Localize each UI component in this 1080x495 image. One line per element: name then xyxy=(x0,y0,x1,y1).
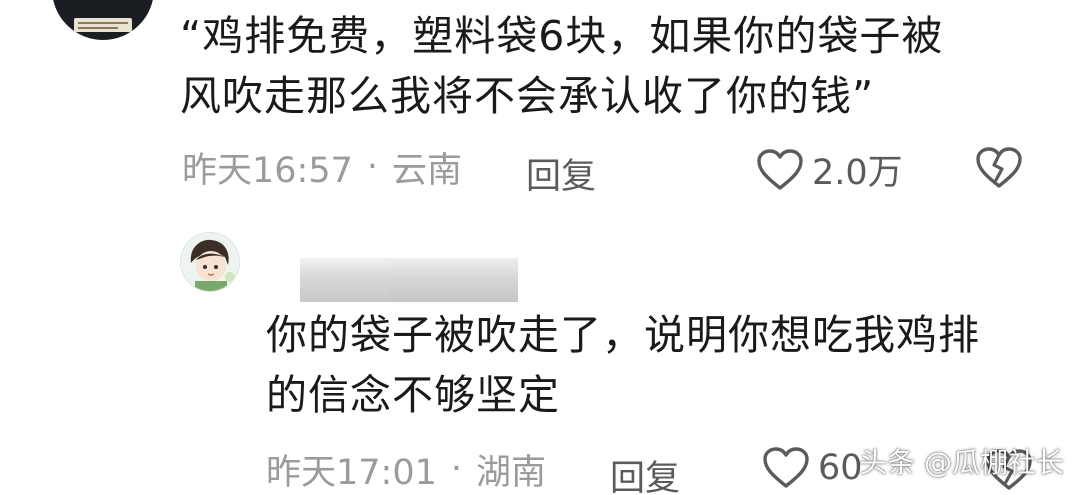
comment-reply-button[interactable]: 回复 xyxy=(526,148,596,199)
comment-text-line-2: 风吹走那么我将不会承认收了你的钱” xyxy=(180,72,875,120)
reply-location: 湖南 xyxy=(476,452,547,493)
replier-name-blurred xyxy=(390,258,518,302)
broken-heart-icon[interactable] xyxy=(974,146,1024,190)
meta-separator: · xyxy=(450,449,463,489)
comment-like-count: 2.0万 xyxy=(812,153,903,193)
comment-like-button[interactable]: 2.0万 xyxy=(756,144,903,195)
reply-meta: 昨天17:01 · 湖南 xyxy=(266,446,547,493)
comment-text-line-1: “鸡排免费，塑料袋6块，如果你的袋子被 xyxy=(180,12,944,60)
reply-like-button[interactable]: 60 xyxy=(762,446,863,490)
reply-text-line-2: 的信念不够坚定 xyxy=(266,371,560,419)
heart-outline-icon xyxy=(757,148,803,190)
comment-location: 云南 xyxy=(392,150,463,191)
comment-thread: “鸡排免费，塑料袋6块，如果你的袋子被 风吹走那么我将不会承认收了你的钱” 昨天… xyxy=(0,0,1080,495)
reply-reply-button[interactable]: 回复 xyxy=(610,450,680,495)
avatar-badge-line xyxy=(78,22,128,24)
heart-outline-icon xyxy=(763,447,809,488)
source-watermark: 头条 @瓜棚社长 xyxy=(859,446,1064,479)
reply-time: 昨天17:01 xyxy=(266,452,437,493)
reply-like-count: 60 xyxy=(818,448,863,488)
avatar-illustration xyxy=(181,233,239,291)
commenter-avatar[interactable] xyxy=(52,0,154,40)
replier-avatar[interactable] xyxy=(180,232,240,292)
comment-meta: 昨天16:57 · 云南 xyxy=(182,144,463,191)
avatar-badge-line xyxy=(78,27,118,29)
avatar-badge xyxy=(74,18,132,32)
reply-text-line-1: 你的袋子被吹走了，说明你想吃我鸡排 xyxy=(266,311,980,359)
replier-name-blurred xyxy=(300,258,392,302)
comment-time: 昨天16:57 xyxy=(182,150,353,191)
meta-separator: · xyxy=(366,147,379,187)
